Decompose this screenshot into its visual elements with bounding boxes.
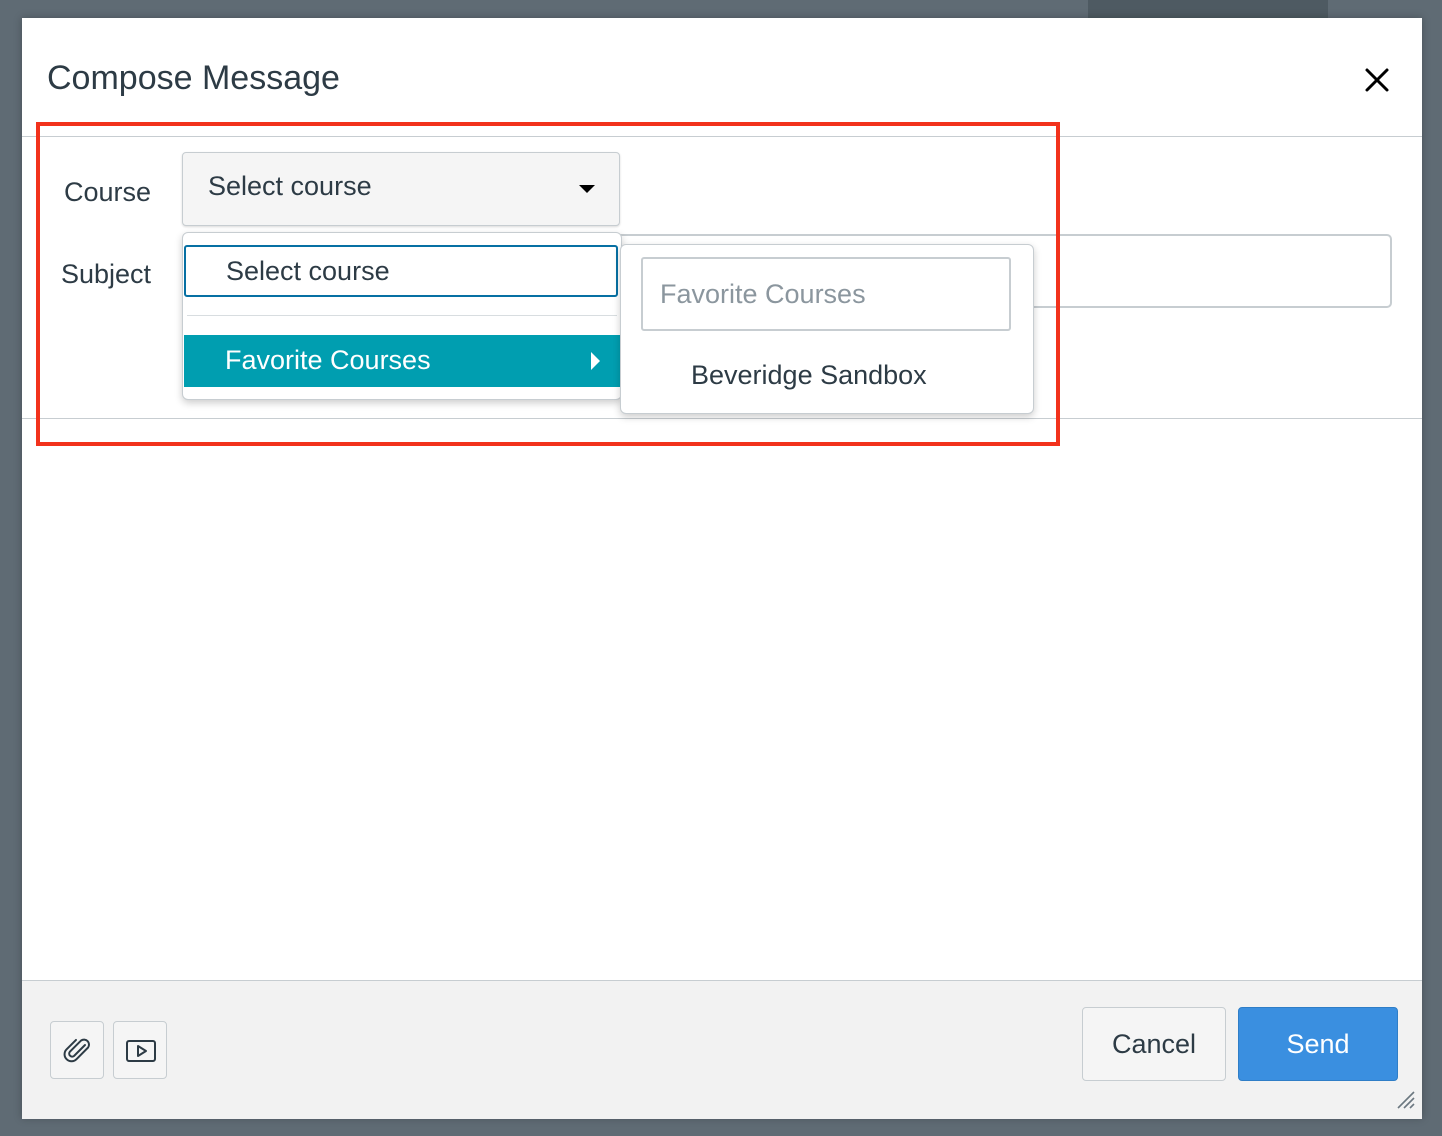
attach-file-button[interactable]: [50, 1021, 104, 1079]
background-panel: [1088, 0, 1328, 18]
paperclip-icon: [63, 1038, 90, 1063]
record-media-button[interactable]: [113, 1021, 167, 1079]
send-button[interactable]: Send: [1238, 1007, 1398, 1081]
annotation-highlight-box: [36, 122, 1060, 446]
resize-handle-icon[interactable]: [1394, 1088, 1416, 1110]
close-icon: [1365, 68, 1389, 92]
cancel-button[interactable]: Cancel: [1082, 1007, 1226, 1081]
dialog-title: Compose Message: [47, 59, 340, 97]
media-icon: [126, 1040, 156, 1062]
dialog-footer: Cancel Send: [22, 980, 1422, 1119]
close-button[interactable]: [1359, 62, 1395, 98]
